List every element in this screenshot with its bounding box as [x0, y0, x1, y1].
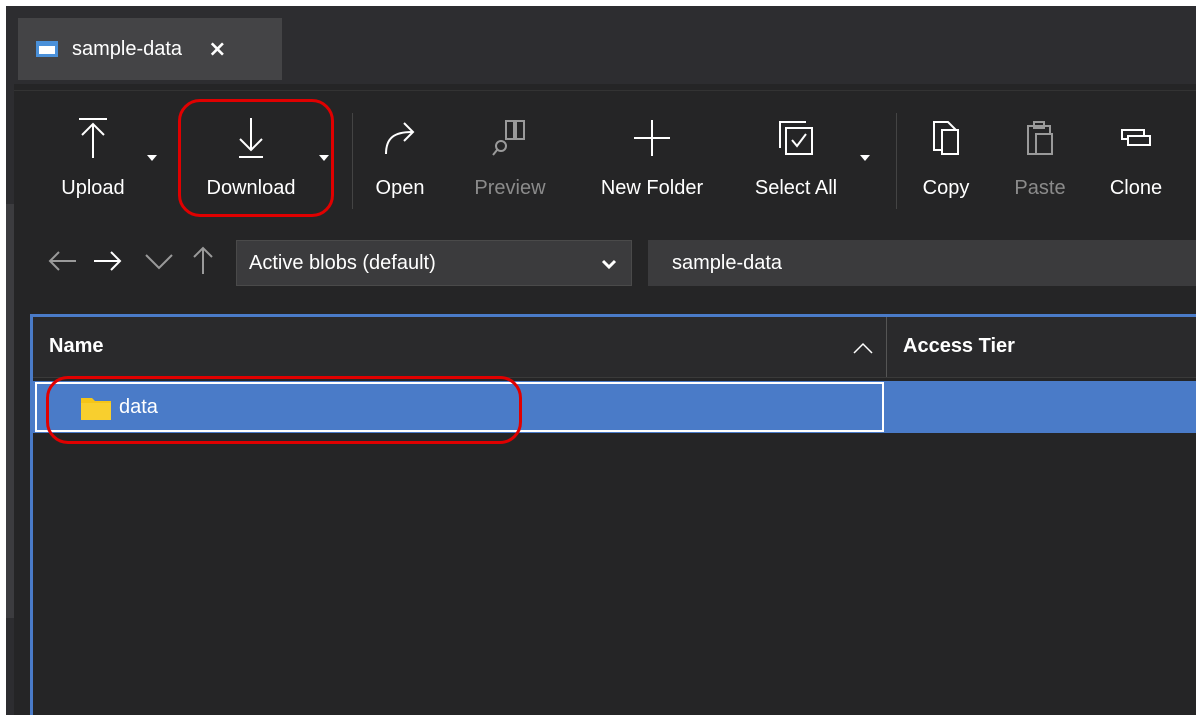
open-icon: [380, 113, 420, 163]
clone-icon: [1118, 113, 1154, 163]
chevron-down-icon: [601, 256, 617, 279]
select-all-label: Select All: [754, 177, 838, 199]
up-arrow-icon[interactable]: [186, 244, 220, 283]
close-icon[interactable]: ×: [208, 37, 226, 62]
clone-label: Clone: [1109, 177, 1163, 199]
paste-label: Paste: [1014, 177, 1066, 199]
sort-ascending-icon: [852, 341, 874, 360]
row-name-label: data: [119, 396, 158, 418]
column-header-name-label: Name: [49, 335, 104, 357]
toolbar-separator: [352, 113, 353, 209]
download-dropdown-caret[interactable]: [319, 155, 329, 161]
folder-icon: [81, 396, 111, 425]
row-name-cell[interactable]: data: [35, 382, 884, 432]
side-scrollbar-thumb[interactable]: [6, 204, 14, 618]
select-all-dropdown-caret[interactable]: [860, 155, 870, 161]
blob-filter-select[interactable]: Active blobs (default): [236, 240, 632, 286]
chevron-down-icon[interactable]: [142, 244, 176, 283]
download-button[interactable]: Download: [192, 91, 310, 219]
preview-label: Preview: [474, 177, 546, 199]
paste-icon: [1024, 113, 1056, 163]
column-header-access-tier-label: Access Tier: [903, 335, 1015, 357]
container-icon: [36, 41, 58, 57]
grid-header: Name Access Tier: [33, 317, 1196, 378]
back-arrow-icon[interactable]: [46, 244, 80, 283]
tab-sample-data[interactable]: sample-data ×: [18, 18, 282, 80]
column-header-name[interactable]: Name: [33, 317, 887, 377]
column-header-access-tier[interactable]: Access Tier: [887, 317, 1196, 377]
path-input[interactable]: [648, 240, 1196, 286]
copy-label: Copy: [922, 177, 970, 199]
select-all-icon: [776, 113, 816, 163]
upload-dropdown-caret[interactable]: [147, 155, 157, 161]
copy-button[interactable]: Copy: [914, 91, 978, 219]
download-icon: [235, 113, 267, 163]
copy-icon: [930, 113, 962, 163]
toolbar: Upload Download Open Preview New Folder …: [14, 90, 1196, 221]
toolbar-separator: [896, 113, 897, 209]
preview-icon: [490, 113, 530, 163]
open-button[interactable]: Open: [370, 91, 430, 219]
upload-button[interactable]: Upload: [50, 91, 136, 219]
plus-icon: [630, 113, 674, 163]
tab-title: sample-data: [72, 37, 183, 60]
paste-button[interactable]: Paste: [1008, 91, 1072, 219]
blob-filter-value: Active blobs (default): [249, 251, 436, 274]
upload-icon: [77, 113, 109, 163]
open-label: Open: [375, 177, 425, 199]
new-folder-label: New Folder: [600, 177, 704, 199]
table-row[interactable]: data: [33, 381, 1196, 433]
preview-button[interactable]: Preview: [464, 91, 556, 219]
clone-button[interactable]: Clone: [1104, 91, 1168, 219]
navigation-bar: Active blobs (default): [14, 228, 1196, 296]
select-all-button[interactable]: Select All: [740, 91, 852, 219]
upload-label: Upload: [61, 177, 125, 199]
download-label: Download: [206, 177, 296, 199]
storage-explorer-window: sample-data × Upload Download Open Previ…: [6, 6, 1196, 715]
tab-bar: sample-data ×: [14, 6, 1196, 84]
side-scrollbar[interactable]: [6, 6, 14, 715]
blob-list: Name Access Tier data: [30, 314, 1196, 715]
forward-arrow-icon[interactable]: [90, 244, 124, 283]
new-folder-button[interactable]: New Folder: [588, 91, 716, 219]
